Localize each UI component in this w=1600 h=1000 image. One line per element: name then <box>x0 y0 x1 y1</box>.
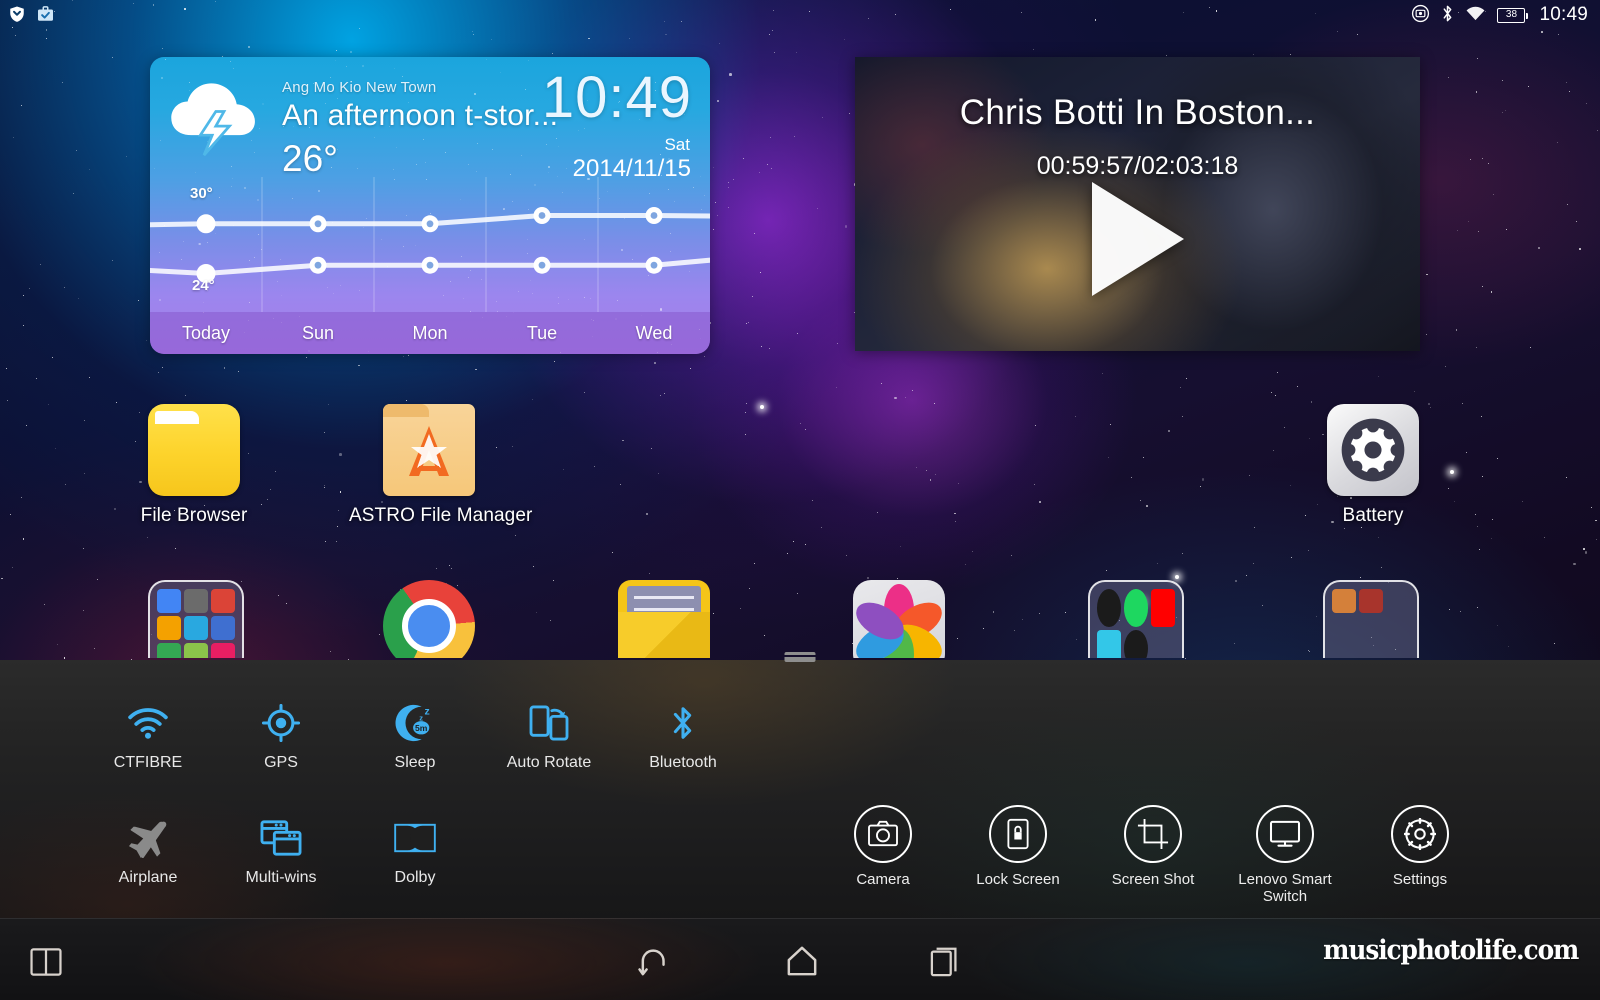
watermark: musicphotolife.com <box>1322 935 1579 966</box>
battery-percent-label: 38 <box>1505 9 1518 20</box>
forecast-chart-svg <box>150 177 710 312</box>
action-settings[interactable]: Settings <box>1355 805 1485 888</box>
screenshot-icon <box>1411 4 1430 26</box>
toggle-label: Sleep <box>394 754 436 771</box>
quick-toggle-gps[interactable]: GPS <box>221 700 341 772</box>
shield-badge-icon <box>8 5 26 26</box>
weather-header: Ang Mo Kio New Town An afternoon t-stor.… <box>150 57 710 182</box>
folder-google-apps[interactable] <box>148 580 244 658</box>
action-label: Settings <box>1392 871 1448 888</box>
app-label: Battery <box>1342 505 1404 526</box>
split-screen-icon[interactable] <box>30 948 62 981</box>
widget-weekday: Sat <box>664 135 690 154</box>
multiwindow-icon <box>221 815 341 861</box>
toggle-label: CTFIBRE <box>113 754 183 771</box>
quick-toggle-airplane[interactable]: Airplane <box>88 815 208 887</box>
yellow-folder-icon <box>148 404 240 496</box>
gear-settings-icon <box>1327 404 1419 496</box>
quick-toggle-sleep[interactable]: z z 5m Sleep <box>355 700 475 772</box>
lock-phone-icon <box>989 805 1047 863</box>
navigation-bar: musicphotolife.com <box>0 918 1600 1000</box>
video-title: Chris Botti In Boston... <box>959 93 1316 132</box>
action-camera[interactable]: Camera <box>818 805 948 888</box>
weather-city: Ang Mo Kio New Town <box>282 79 437 96</box>
widget-clock: 10:49 <box>541 65 692 130</box>
action-label: Screen Shot <box>1111 871 1195 888</box>
toggle-label: Dolby <box>394 869 436 886</box>
chart-high-label: 30° <box>190 185 213 202</box>
play-triangle-icon[interactable] <box>1091 182 1184 296</box>
status-bar: 38 10:49 <box>0 0 1600 30</box>
quick-toggle-auto-rotate[interactable]: Auto Rotate <box>489 700 609 772</box>
weather-condition: An afternoon t-stor... <box>282 99 559 132</box>
svg-text:z: z <box>425 706 430 717</box>
svg-text:5m: 5m <box>415 723 428 733</box>
quick-settings-panel: CTFIBRE GPS z z 5m Sleep Auto Rotate Blu… <box>0 652 1600 918</box>
app-icon-astro-file-manager[interactable]: ASTRO File Manager <box>349 404 533 527</box>
forecast-day-label: Today <box>181 322 231 343</box>
airplane-icon <box>88 815 208 861</box>
quick-toggle-multi-wins[interactable]: Multi-wins <box>221 815 341 887</box>
dolby-icon <box>355 815 475 861</box>
folder-game-apps[interactable] <box>1323 580 1419 658</box>
status-bar-left-icons <box>8 5 55 26</box>
action-lock-screen[interactable]: Lock Screen <box>953 805 1083 888</box>
action-label: Camera <box>856 871 910 888</box>
bluetooth-icon <box>623 700 743 746</box>
recent-apps-icon[interactable] <box>930 945 962 982</box>
rotate-icon <box>489 700 609 746</box>
video-player-widget[interactable]: Chris Botti In Boston... 00:59:57/02:03:… <box>855 57 1420 351</box>
wifi-icon <box>88 700 208 746</box>
crop-screenshot-icon <box>1124 805 1182 863</box>
quick-toggle-dolby[interactable]: Dolby <box>355 815 475 887</box>
monitor-icon <box>1256 805 1314 863</box>
panel-drag-handle[interactable] <box>784 652 816 662</box>
app-icon-chrome[interactable] <box>383 580 479 658</box>
wifi-icon <box>1465 5 1486 25</box>
forecast-day-label: Mon <box>412 322 448 343</box>
back-arrow-icon[interactable] <box>638 945 674 982</box>
toggle-label: Multi-wins <box>245 869 317 886</box>
status-bar-right-icons: 38 10:49 <box>1411 4 1588 26</box>
toggle-label: GPS <box>264 754 298 771</box>
gear-icon <box>1391 805 1449 863</box>
bluetooth-icon <box>1441 4 1454 26</box>
nav-buttons <box>638 945 962 982</box>
gps-target-icon <box>221 700 341 746</box>
app-icon-file-browser[interactable]: File Browser <box>114 404 274 527</box>
forecast-day-label: Wed <box>635 322 673 343</box>
folder-media-apps[interactable] <box>1088 580 1184 658</box>
weather-widget[interactable]: Ang Mo Kio New Town An afternoon t-stor.… <box>150 57 710 354</box>
action-label: Lock Screen <box>976 871 1060 888</box>
app-icon-gallery[interactable] <box>853 580 949 658</box>
weather-temperature: 26° <box>282 138 338 179</box>
forecast-day-labels: Today Sun Mon Tue Wed <box>150 312 710 354</box>
toggle-label: Auto Rotate <box>506 754 592 771</box>
app-icon-battery[interactable]: Battery <box>1293 404 1453 527</box>
forecast-day-label: Tue <box>526 322 558 343</box>
forecast-chart: 30° 24° <box>150 177 710 312</box>
toggle-label: Airplane <box>118 869 178 886</box>
quick-toggle-ctfibre[interactable]: CTFIBRE <box>88 700 208 772</box>
forecast-day-label: Sun <box>301 322 335 343</box>
video-time-display: 00:59:57/02:03:18 <box>1036 152 1239 180</box>
action-lenovo-smart-switch[interactable]: Lenovo Smart Switch <box>1220 805 1350 906</box>
thunderstorm-cloud-icon <box>171 83 255 157</box>
app-label: ASTRO File Manager <box>349 505 533 526</box>
toggle-label: Bluetooth <box>649 754 717 771</box>
status-bar-clock: 10:49 <box>1539 4 1588 25</box>
moon-sleep-icon: z z 5m <box>355 700 475 746</box>
action-label: Lenovo Smart Switch <box>1238 871 1332 906</box>
astro-folder-icon <box>383 404 475 496</box>
app-label: File Browser <box>140 505 248 526</box>
work-briefcase-icon <box>36 5 55 26</box>
app-icon-email[interactable] <box>618 580 714 658</box>
home-icon[interactable] <box>784 945 820 982</box>
camera-icon <box>854 805 912 863</box>
chart-low-label: 24° <box>192 277 215 294</box>
quick-toggle-bluetooth[interactable]: Bluetooth <box>623 700 743 772</box>
action-screen-shot[interactable]: Screen Shot <box>1088 805 1218 888</box>
battery-indicator: 38 <box>1497 7 1529 23</box>
